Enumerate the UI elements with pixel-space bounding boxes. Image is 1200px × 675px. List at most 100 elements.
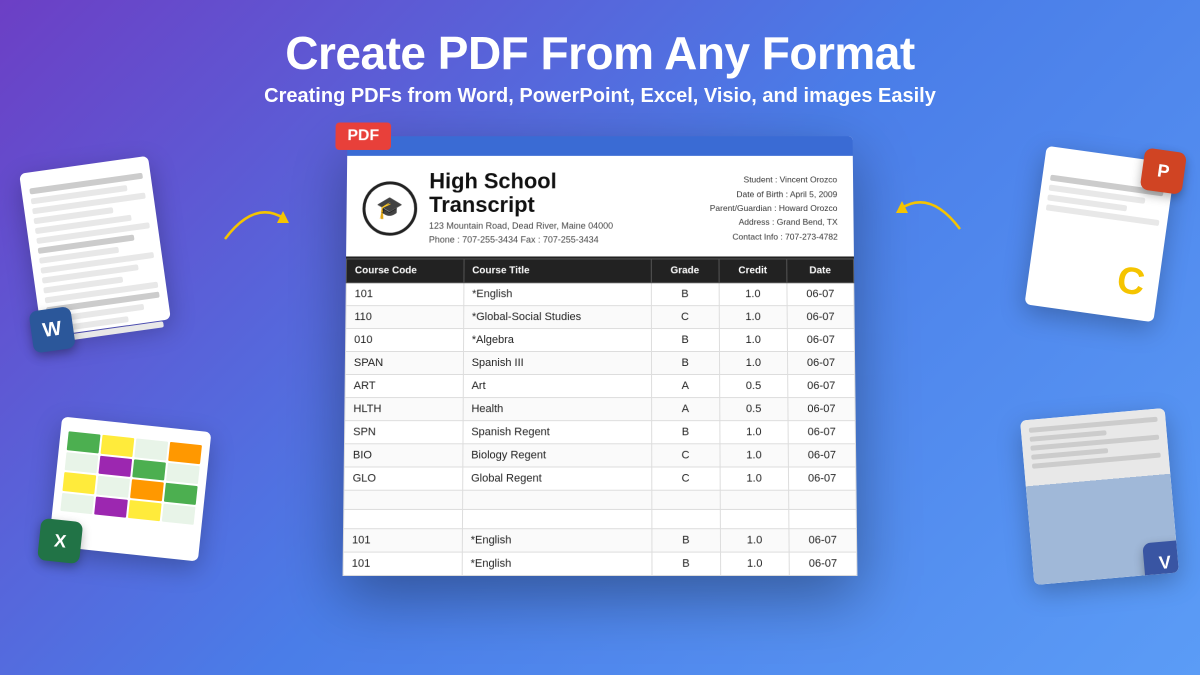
table-row: 101*EnglishB1.006-07: [346, 283, 854, 306]
content-area: W: [0, 134, 1200, 574]
empty-cell: [720, 509, 789, 528]
table-cell: 06-07: [789, 552, 857, 575]
cell: [134, 438, 168, 460]
excel-doc-inner: X: [49, 416, 212, 561]
cell: [67, 431, 101, 453]
table-cell: Biology Regent: [463, 444, 652, 467]
table-row: SPNSpanish RegentB1.006-07: [345, 421, 856, 444]
ppt-doc-inner: P C: [1024, 145, 1175, 322]
empty-cell: [789, 509, 857, 528]
table-cell: 06-07: [787, 283, 854, 306]
cell: [128, 499, 162, 521]
table-cell: 1.0: [719, 351, 787, 374]
table-row: [344, 509, 857, 528]
visio-icon: V: [1142, 539, 1179, 584]
word-letter: W: [41, 317, 63, 342]
table-row: BIOBiology RegentC1.006-07: [344, 444, 856, 467]
table-cell: 0.5: [719, 398, 788, 421]
table-cell: 06-07: [788, 444, 856, 467]
cell: [162, 503, 196, 525]
visio-document: V: [1020, 408, 1179, 585]
cell: [94, 496, 128, 518]
table-row: 101*EnglishB1.006-07: [343, 529, 856, 552]
address-info: Address : Grand Bend, TX: [659, 215, 838, 229]
arrow-left: [215, 189, 295, 254]
word-doc-inner: W: [19, 155, 171, 336]
sub-title: Creating PDFs from Word, PowerPoint, Exc…: [20, 85, 1180, 108]
transcript-table: Course Code Course Title Grade Credit Da…: [343, 258, 858, 576]
table-cell: Spanish III: [463, 351, 651, 374]
table-cell: Global Regent: [462, 467, 651, 490]
arrow-right: [890, 179, 970, 244]
excel-icon: X: [37, 518, 83, 564]
doc-header: 🎓 High School Transcript 123 Mountain Ro…: [346, 155, 854, 258]
table-cell: 101: [346, 283, 464, 306]
table-cell: A: [651, 398, 719, 421]
table-row: ARTArtA0.506-07: [345, 374, 855, 397]
col-credit: Credit: [719, 259, 787, 283]
table-cell: Art: [463, 374, 651, 397]
table-cell: BIO: [344, 444, 462, 467]
doc-address: 123 Mountain Road, Dead River, Maine 040…: [429, 220, 659, 247]
cell: [60, 492, 94, 514]
table-cell: 06-07: [787, 351, 854, 374]
table-cell: C: [651, 444, 720, 467]
table-cell: 06-07: [788, 421, 856, 444]
cell: [96, 475, 130, 497]
pdf-badge: PDF: [335, 122, 391, 149]
table-row: 101*EnglishB1.006-07: [343, 552, 857, 575]
empty-cell: [789, 490, 857, 509]
cell: [132, 458, 166, 480]
excel-grid: [60, 431, 202, 525]
ppt-letter: P: [1156, 160, 1171, 182]
cell: [168, 442, 202, 464]
table-cell: 110: [346, 306, 464, 329]
cell: [98, 455, 132, 477]
table-cell: ART: [345, 374, 463, 397]
table-cell: 06-07: [788, 467, 856, 490]
cell: [130, 479, 164, 501]
empty-cell: [462, 490, 651, 509]
table-cell: HLTH: [345, 398, 463, 421]
table-cell: 1.0: [720, 444, 789, 467]
col-course-code: Course Code: [346, 259, 463, 283]
transcript-body: 101*EnglishB1.006-07110*Global-Social St…: [343, 283, 857, 576]
table-cell: 1.0: [720, 467, 789, 490]
table-cell: 101: [343, 529, 462, 552]
table-row: 010*AlgebraB1.006-07: [346, 329, 855, 352]
table-cell: 101: [343, 552, 462, 575]
empty-cell: [720, 490, 789, 509]
table-cell: 1.0: [720, 421, 789, 444]
guardian: Parent/Guardian : Howard Orozco: [659, 201, 838, 215]
table-cell: Spanish Regent: [463, 421, 652, 444]
table-cell: *English: [463, 283, 650, 306]
header-section: Create PDF From Any Format Creating PDFs…: [0, 0, 1200, 124]
empty-cell: [651, 490, 720, 509]
doc-top-bar: [347, 136, 853, 156]
table-cell: B: [651, 351, 719, 374]
address-text: 123 Mountain Road, Dead River, Maine 040…: [429, 221, 613, 231]
table-cell: 06-07: [787, 306, 854, 329]
col-course-title: Course Title: [464, 259, 651, 283]
table-cell: C: [651, 467, 720, 490]
cell: [65, 451, 99, 473]
doc-title-area: High School Transcript 123 Mountain Road…: [429, 169, 659, 246]
col-date: Date: [787, 259, 854, 283]
empty-cell: [344, 509, 463, 528]
word-icon: W: [28, 306, 75, 353]
table-cell: 06-07: [789, 529, 857, 552]
powerpoint-icon: P: [1140, 147, 1187, 194]
c-letter-decoration: C: [1115, 261, 1147, 302]
table-cell: *English: [462, 529, 651, 552]
table-cell: *Algebra: [463, 329, 651, 352]
cell: [166, 462, 200, 484]
empty-cell: [651, 509, 720, 528]
table-cell: B: [651, 421, 720, 444]
table-cell: 1.0: [719, 306, 787, 329]
table-cell: Health: [463, 398, 651, 421]
table-cell: B: [651, 552, 720, 575]
cell: [62, 472, 96, 494]
table-cell: SPAN: [345, 351, 463, 374]
table-cell: 06-07: [787, 329, 854, 352]
table-cell: 1.0: [719, 329, 787, 352]
